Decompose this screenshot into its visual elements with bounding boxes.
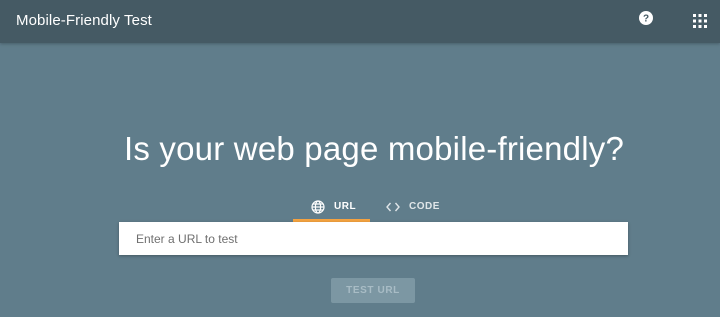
code-icon	[386, 202, 400, 211]
app-title: Mobile-Friendly Test	[16, 12, 152, 29]
top-app-bar: Mobile-Friendly Test ?	[0, 0, 720, 43]
globe-icon	[311, 199, 325, 214]
url-input[interactable]	[119, 222, 628, 255]
svg-text:?: ?	[643, 14, 649, 25]
page-headline: Is your web page mobile-friendly?	[123, 130, 625, 167]
input-mode-tabs: URL CODE	[293, 191, 450, 222]
tab-code-label: CODE	[409, 201, 440, 212]
tab-code[interactable]: CODE	[370, 191, 450, 222]
test-url-button[interactable]: TEST URL	[331, 278, 415, 303]
tab-url[interactable]: URL	[293, 191, 370, 222]
help-icon[interactable]: ?	[637, 9, 655, 27]
tab-url-label: URL	[334, 201, 357, 212]
apps-grid-icon[interactable]	[692, 13, 708, 29]
